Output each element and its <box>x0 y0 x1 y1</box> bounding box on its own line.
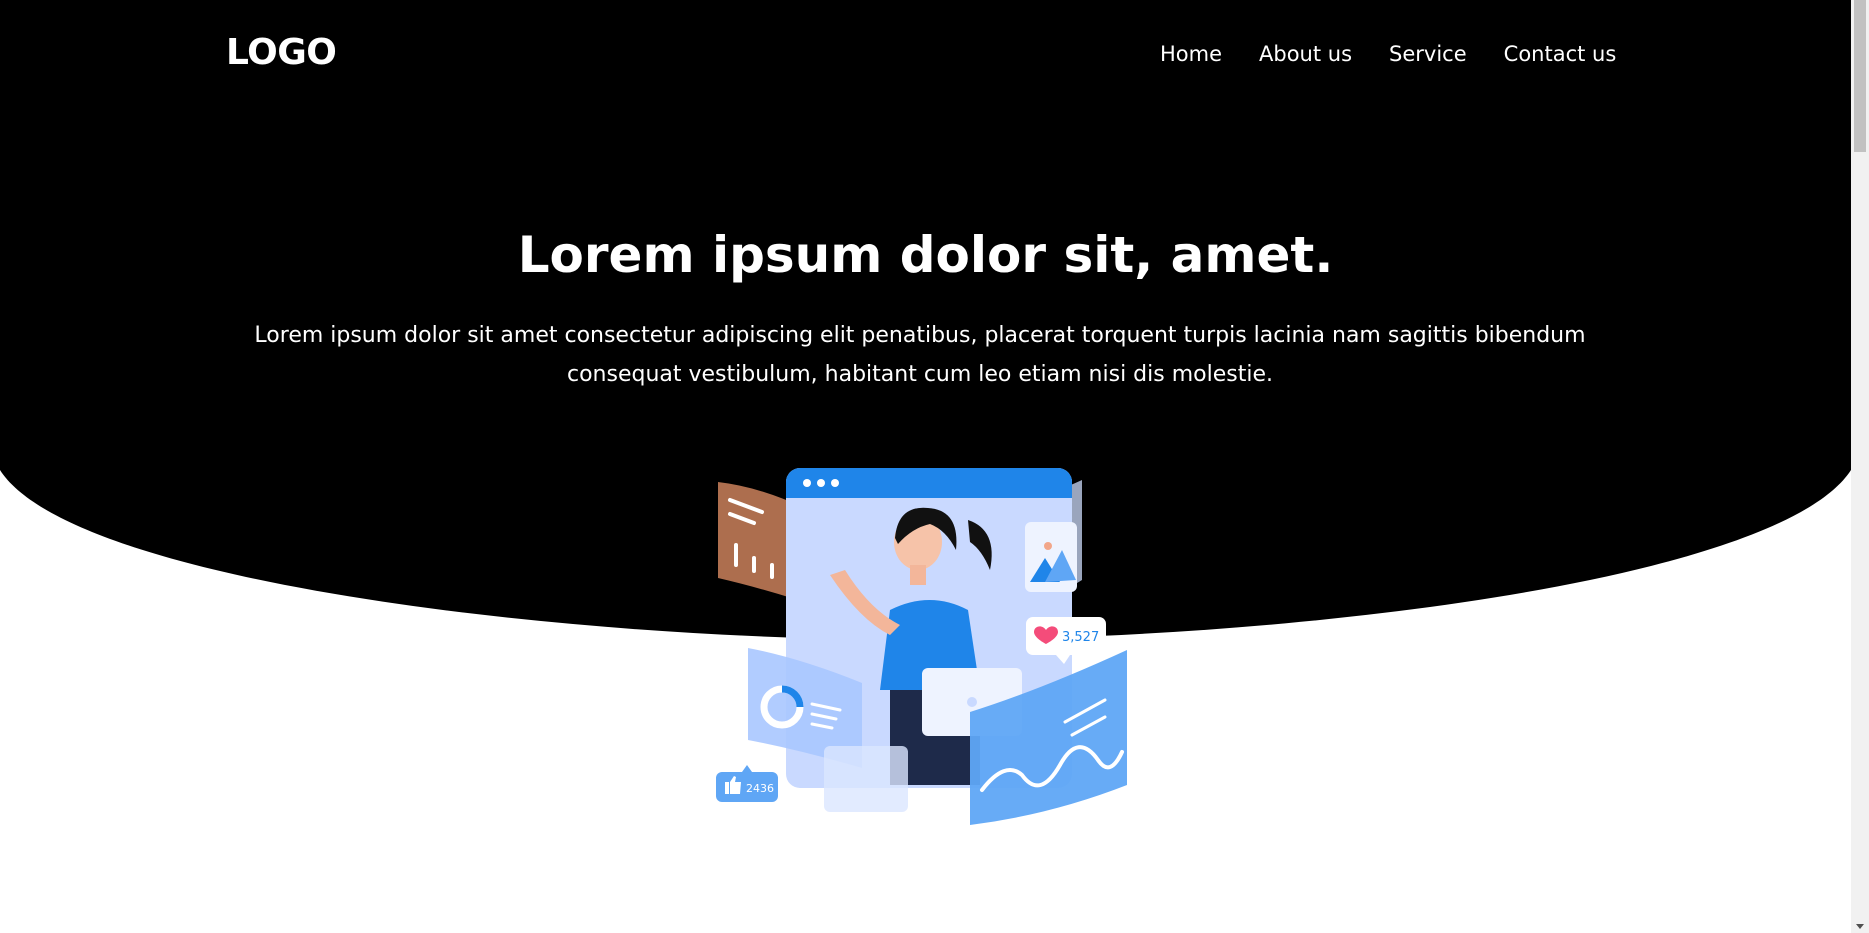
nav-home[interactable]: Home <box>1160 42 1222 66</box>
page: LOGO Home About us Service Contact us Lo… <box>0 0 1851 933</box>
logo[interactable]: LOGO <box>226 32 337 73</box>
scrollbar-thumb[interactable] <box>1854 0 1866 152</box>
hero-title: Lorem ipsum dolor sit, amet. <box>517 226 1334 284</box>
hero-text: Lorem ipsum dolor sit amet consectetur a… <box>254 323 1586 387</box>
laptop-logo <box>967 697 977 707</box>
nav-contact-us[interactable]: Contact us <box>1504 42 1617 66</box>
nav-about-us[interactable]: About us <box>1259 42 1352 66</box>
hero-illustration: 3,527 2436 <box>716 468 1127 825</box>
scrollbar[interactable] <box>1851 0 1869 933</box>
scroll-down-arrow-icon[interactable] <box>1856 924 1864 929</box>
neck <box>910 565 926 585</box>
browser-dot-1 <box>803 479 811 487</box>
browser-dot-2 <box>817 479 825 487</box>
browser-dot-3 <box>831 479 839 487</box>
heart-count: 3,527 <box>1062 630 1099 645</box>
glass-card <box>824 746 908 812</box>
like-count: 2436 <box>746 782 774 795</box>
nav-service[interactable]: Service <box>1389 42 1467 66</box>
main-nav: Home About us Service Contact us <box>1160 42 1653 66</box>
